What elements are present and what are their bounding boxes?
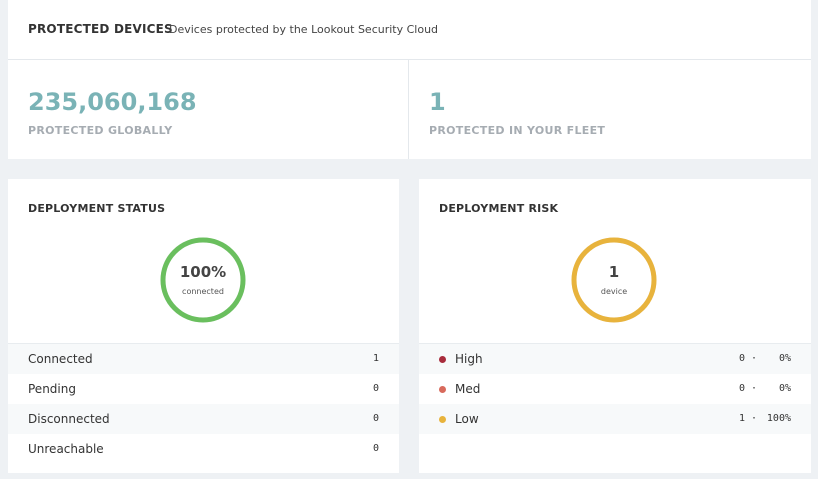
device-count: 1 [608, 263, 620, 281]
status-row-value: 1 [372, 353, 379, 364]
protected-devices-subtitle: Devices protected by the Lookout Securit… [169, 23, 439, 36]
high-risk-dot-icon [439, 356, 446, 363]
risk-row-low[interactable]: Low 1 · 100% [419, 404, 811, 434]
status-row-label: Disconnected [28, 412, 110, 426]
risk-row-percent: 0% [778, 353, 791, 364]
protected-globally-value: 235,060,168 [28, 88, 197, 116]
risk-row-label: High [455, 352, 483, 366]
deployment-risk-card: DEPLOYMENT RISK 1 device High 0 · 0% Med… [419, 179, 811, 473]
protected-fleet-value[interactable]: 1 [429, 88, 446, 116]
risk-row-med[interactable]: Med 0 · 0% [419, 374, 811, 404]
status-row-label: Unreachable [28, 442, 104, 456]
status-row-value: 0 [372, 413, 379, 424]
risk-row-count: 0 [738, 353, 745, 364]
risk-row-separator: · [750, 413, 757, 424]
protected-globally-stat: 235,060,168 PROTECTED GLOBALLY [8, 59, 409, 159]
device-caption: device [600, 287, 628, 296]
med-risk-dot-icon [439, 386, 446, 393]
deployment-risk-title: DEPLOYMENT RISK [439, 202, 559, 215]
risk-row-percent: 100% [766, 413, 791, 424]
protected-fleet-label: PROTECTED IN YOUR FLEET [429, 124, 606, 137]
risk-row-count: 0 [738, 383, 745, 394]
deployment-risk-list: High 0 · 0% Med 0 · 0% Low 1 · 100% [419, 343, 811, 434]
risk-ring-chart: 1 device [571, 237, 657, 323]
risk-row-separator: · [750, 353, 757, 364]
risk-row-label: Low [455, 412, 479, 426]
risk-row-percent: 0% [778, 383, 791, 394]
status-row-pending[interactable]: Pending 0 [8, 374, 399, 404]
status-row-label: Connected [28, 352, 93, 366]
risk-row-separator: · [750, 383, 757, 394]
status-row-disconnected[interactable]: Disconnected 0 [8, 404, 399, 434]
connected-ring-chart: 100% connected [160, 237, 246, 323]
deployment-status-card: DEPLOYMENT STATUS 100% connected Connect… [8, 179, 399, 473]
connected-percent: 100% [179, 263, 227, 281]
deployment-status-title: DEPLOYMENT STATUS [28, 202, 166, 215]
protected-fleet-stat[interactable]: 1 PROTECTED IN YOUR FLEET [409, 59, 811, 159]
protected-devices-title: PROTECTED DEVICES [28, 22, 173, 36]
protected-globally-label: PROTECTED GLOBALLY [28, 124, 173, 137]
status-row-unreachable[interactable]: Unreachable 0 [8, 434, 399, 464]
connected-caption: connected [182, 287, 224, 296]
deployment-status-list: Connected 1 Pending 0 Disconnected 0 Unr… [8, 343, 399, 464]
status-row-value: 0 [372, 383, 379, 394]
status-row-value: 0 [372, 443, 379, 454]
protected-devices-card: PROTECTED DEVICES Devices protected by t… [8, 0, 811, 159]
risk-row-count: 1 [738, 413, 745, 424]
risk-row-label: Med [455, 382, 481, 396]
status-row-connected[interactable]: Connected 1 [8, 344, 399, 374]
protected-devices-header: PROTECTED DEVICES Devices protected by t… [8, 0, 811, 60]
low-risk-dot-icon [439, 416, 446, 423]
status-row-label: Pending [28, 382, 76, 396]
risk-row-high[interactable]: High 0 · 0% [419, 344, 811, 374]
